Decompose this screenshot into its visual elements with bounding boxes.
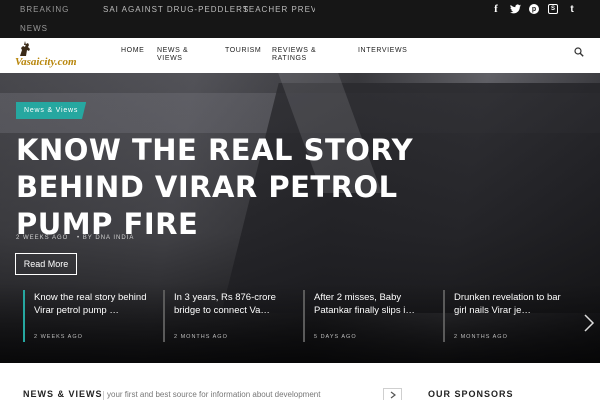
facebook-icon[interactable]: f: [490, 3, 502, 15]
section-subtitle: your first and best source for informati…: [107, 390, 321, 399]
slide-indicator: [163, 290, 165, 342]
twitter-icon[interactable]: [509, 3, 521, 15]
nav-tourism[interactable]: TOURISM: [225, 47, 261, 55]
chevron-right-icon: [390, 391, 396, 399]
nav-news-views[interactable]: NEWS & VIEWS: [157, 47, 202, 63]
chevron-right-icon[interactable]: [583, 313, 595, 333]
carousel-slide[interactable]: Know the real story behind Virar petrol …: [23, 290, 153, 342]
site-logo[interactable]: Vasaicity.com: [15, 41, 93, 71]
slide-indicator: [23, 290, 25, 342]
content-section: NEWS & VIEWS your first and best source …: [0, 363, 600, 400]
sponsors-title: OUR SPONSORS: [428, 389, 514, 399]
slide-date: 2 MONTHS AGO: [454, 334, 508, 340]
horse-rider-logo-icon: [20, 41, 30, 56]
slide-title[interactable]: Drunken revelation to bar girl nails Vir…: [454, 292, 572, 317]
hero-author[interactable]: • BY DNA INDIA: [77, 235, 134, 241]
section-title[interactable]: NEWS & VIEWS: [23, 389, 103, 399]
logo-text: Vasaicity.com: [15, 56, 77, 68]
slide-title[interactable]: After 2 misses, Baby Patankar finally sl…: [314, 292, 432, 317]
nav-interviews[interactable]: INTERVIEWS: [358, 47, 407, 55]
ticker-item[interactable]: SAI AGAINST DRUG-PEDDLERS: [103, 5, 249, 15]
slide-date: 5 DAYS AGO: [314, 334, 357, 340]
breaking-label-news: NEWS: [20, 24, 48, 33]
slide-date: 2 WEEKS AGO: [34, 334, 83, 340]
category-badge[interactable]: News & Views: [16, 102, 87, 119]
pinterest-icon[interactable]: p: [528, 3, 540, 15]
slide-date: 2 MONTHS AGO: [174, 334, 228, 340]
carousel-slide[interactable]: In 3 years, Rs 876-crore bridge to conne…: [163, 290, 293, 342]
carousel-slide[interactable]: After 2 misses, Baby Patankar finally sl…: [303, 290, 433, 342]
ticker-item[interactable]: TEACHER PREVENT: [243, 5, 315, 15]
section-next-button[interactable]: [383, 388, 402, 400]
section-divider: [103, 391, 104, 400]
nav-home[interactable]: HOME: [121, 47, 144, 55]
nav-reviews-ratings[interactable]: REVIEWS & RATINGS: [272, 47, 332, 63]
slide-indicator: [443, 290, 445, 342]
breaking-label: BREAKING: [20, 5, 70, 14]
tumblr-icon[interactable]: t: [566, 3, 578, 15]
hero-slider: News & Views KNOW THE REAL STORY BEHIND …: [0, 73, 600, 363]
hero-date: 2 WEEKS AGO: [16, 235, 69, 241]
skype-icon[interactable]: S: [547, 3, 559, 15]
slide-title[interactable]: Know the real story behind Virar petrol …: [34, 292, 152, 317]
slide-title[interactable]: In 3 years, Rs 876-crore bridge to conne…: [174, 292, 292, 317]
read-more-button[interactable]: Read More: [15, 253, 77, 275]
hero-headline[interactable]: KNOW THE REAL STORY BEHIND VIRAR PETROL …: [16, 132, 486, 243]
slide-indicator: [303, 290, 305, 342]
carousel-slide[interactable]: Drunken revelation to bar girl nails Vir…: [443, 290, 573, 342]
search-icon[interactable]: [574, 47, 584, 57]
breaking-news-bar: BREAKING NEWS SAI AGAINST DRUG-PEDDLERS …: [0, 0, 600, 38]
hero-meta: 2 WEEKS AGO • BY DNA INDIA: [16, 235, 140, 241]
main-navigation: Vasaicity.com HOME NEWS & VIEWS TOURISM …: [0, 38, 600, 73]
